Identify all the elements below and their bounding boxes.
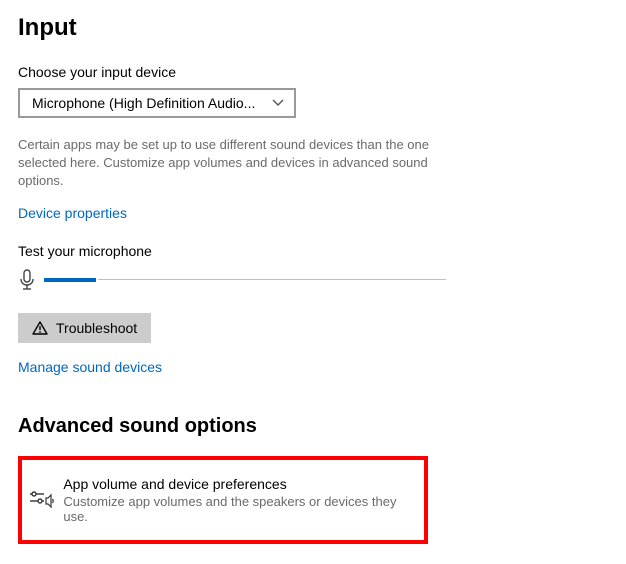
highlight-box: App volume and device preferences Custom… [18,456,428,544]
manage-sound-devices-link[interactable]: Manage sound devices [18,359,162,375]
advanced-heading: Advanced sound options [18,415,608,438]
warning-icon [32,321,48,335]
chevron-down-icon [272,99,284,107]
input-device-value: Microphone (High Definition Audio... [32,95,255,111]
microphone-icon [18,269,44,291]
sliders-icon [28,489,63,511]
mic-test-row [18,269,608,291]
app-volume-preferences[interactable]: App volume and device preferences Custom… [26,464,420,536]
troubleshoot-label: Troubleshoot [56,320,137,336]
app-volume-title: App volume and device preferences [63,476,418,492]
choose-device-label: Choose your input device [18,64,608,80]
test-mic-label: Test your microphone [18,243,608,259]
input-device-select[interactable]: Microphone (High Definition Audio... [18,88,296,118]
input-note: Certain apps may be set up to use differ… [18,136,458,191]
app-volume-desc: Customize app volumes and the speakers o… [63,494,418,524]
device-properties-link[interactable]: Device properties [18,205,127,221]
troubleshoot-button[interactable]: Troubleshoot [18,313,151,343]
mic-level-meter [44,278,446,282]
input-heading: Input [18,14,608,42]
